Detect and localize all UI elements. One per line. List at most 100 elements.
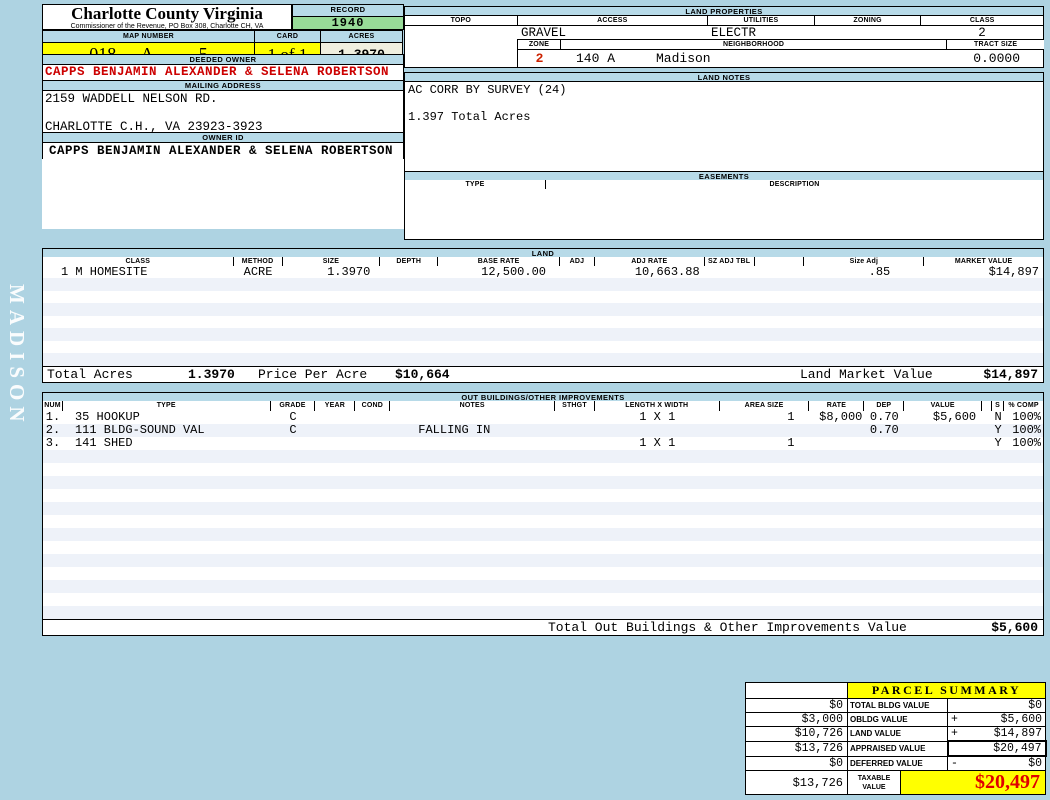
ob-sthgt (555, 437, 595, 450)
land-col-base-rate: BASE RATE (438, 257, 560, 266)
ob-lxw (595, 424, 720, 437)
operator: + (951, 713, 958, 726)
class-value: 2 (921, 26, 1043, 40)
ob-pct-comp: 100% (1004, 437, 1043, 450)
land-blank (755, 266, 805, 278)
ob-col-notes: NOTES (390, 401, 555, 411)
summary-row-land: $10,726 LAND VALUE +$14,897 (746, 727, 1046, 742)
county-header: Charlotte County Virginia Commissioner o… (42, 4, 292, 30)
ob-col-value: VALUE (904, 401, 982, 411)
ob-num: 3. (43, 437, 63, 450)
empty-row (42, 278, 1044, 292)
zone-headers: ZONE NEIGHBORHOOD TRACT SIZE (518, 40, 1044, 50)
empty-row (42, 291, 1044, 305)
land-table: LAND CLASS METHOD SIZE DEPTH BASE RATE A… (42, 248, 1044, 383)
land-class: 1 M HOMESITE (43, 266, 234, 278)
ob-rate (809, 437, 864, 450)
summary-value: $0 (1028, 757, 1042, 770)
ob-s: N (992, 411, 1004, 424)
ob-s: Y (992, 424, 1004, 437)
utilities-value: ELECTR (711, 26, 756, 40)
col-header-class: CLASS (921, 16, 1043, 25)
land-adj-rate: 10,663.88 (595, 266, 705, 278)
ob-year (315, 424, 355, 437)
ob-notes (390, 437, 555, 450)
land-properties-box: TOPO ACCESS UTILITIES ZONING CLASS GRAVE… (404, 15, 1044, 68)
empty-row (42, 554, 1044, 568)
land-col-adj: ADJ (560, 257, 595, 266)
neighborhood-code: 140 A (576, 50, 615, 67)
county-subtitle: Commissioner of the Revenue, PO Box 308,… (43, 23, 291, 30)
ob-value (904, 424, 982, 437)
total-acres-label: Total Acres (47, 367, 133, 383)
ob-grade (271, 437, 316, 450)
empty-row (42, 450, 1044, 464)
ob-pct-comp: 100% (1004, 411, 1043, 424)
summary-value: $5,600 (1001, 713, 1042, 726)
out-building-row: 1. 35 HOOKUP C 1 X 1 1 $8,000 0.70 $5,60… (42, 411, 1044, 425)
prior-value: $13,726 (746, 741, 848, 756)
ob-pct-comp: 100% (1004, 424, 1043, 437)
summary-row-appraised: $13,726 APPRAISED VALUE $20,497 (746, 741, 1046, 756)
out-buildings-total-label: Total Out Buildings & Other Improvements… (548, 620, 907, 636)
ob-col-type: TYPE (63, 401, 271, 411)
ob-lxw: 1 X 1 (595, 437, 720, 450)
land-adj (560, 266, 595, 278)
col-header-zoning: ZONING (815, 16, 922, 25)
ob-notes (390, 411, 555, 424)
ob-col-area-size: AREA SIZE (720, 401, 810, 411)
ob-sthgt (555, 424, 595, 437)
ob-s: Y (992, 437, 1004, 450)
empty-row (42, 341, 1044, 355)
taxable-prior-value: $13,726 (746, 771, 848, 795)
parcel-summary-header-row: PARCEL SUMMARY (746, 683, 1046, 699)
ob-dep (864, 437, 904, 450)
empty-row (42, 476, 1044, 490)
ob-area (720, 424, 810, 437)
ob-grade: C (271, 424, 316, 437)
zone-neighborhood-subtable: ZONE NEIGHBORHOOD TRACT SIZE 2 140 A Mad… (517, 39, 1044, 68)
land-col-class: CLASS (43, 257, 234, 266)
ob-col-blank (982, 401, 992, 411)
empty-row (42, 541, 1044, 555)
col-header-neighborhood: NEIGHBORHOOD (561, 40, 947, 49)
summary-label: TOTAL BLDG VALUE (848, 699, 948, 713)
land-notes-box: AC CORR BY SURVEY (24) 1.397 Total Acres (404, 81, 1044, 172)
empty-row (42, 502, 1044, 516)
empty-row (42, 606, 1044, 620)
ob-dep: 0.70 (864, 411, 904, 424)
summary-value: $14,897 (994, 727, 1042, 740)
neighborhood-name: Madison (656, 50, 711, 67)
ob-num: 1. (43, 411, 63, 424)
land-method: ACRE (234, 266, 283, 278)
land-col-size: SIZE (283, 257, 381, 266)
deeded-owner-value: CAPPS BENJAMIN ALEXANDER & SELENA ROBERT… (42, 64, 404, 81)
land-note-line-2: 1.397 Total Acres (408, 111, 1040, 124)
land-col-size-adj: Size Adj (804, 257, 924, 266)
land-base-rate: 12,500.00 (438, 266, 560, 278)
land-col-depth: DEPTH (380, 257, 438, 266)
summary-label: OBLDG VALUE (848, 713, 948, 727)
ob-value: $5,600 (904, 411, 982, 424)
summary-row-taxable: $13,726 TAXABLE VALUE $20,497 (746, 771, 1046, 795)
ob-lxw: 1 X 1 (595, 411, 720, 424)
col-header-tract-size: TRACT SIZE (947, 40, 1044, 49)
owner-section: DEEDED OWNER CAPPS BENJAMIN ALEXANDER & … (42, 54, 404, 229)
col-header-utilities: UTILITIES (708, 16, 815, 25)
empty-row (42, 567, 1044, 581)
tract-size-value: 0.0000 (973, 50, 1020, 67)
land-market-value: $14,897 (924, 266, 1043, 278)
land-col-sz-adj-tbl: SZ ADJ TBL (705, 257, 755, 266)
ob-notes: FALLING IN (390, 424, 555, 437)
ob-col-num: NUM (43, 401, 63, 411)
ob-col-cond: COND (355, 401, 390, 411)
land-col-market-value: MARKET VALUE (924, 257, 1043, 266)
summary-label: APPRAISED VALUE (848, 741, 948, 756)
neighborhood-watermark: MADISON (4, 284, 29, 428)
land-market-value-label: Land Market Value (800, 367, 933, 383)
land-properties-values: GRAVEL ELECTR 2 (405, 26, 1043, 40)
col-header-type: TYPE (405, 180, 546, 189)
zone-value: 2 (518, 50, 561, 67)
prior-value: $0 (746, 699, 848, 713)
easements-empty-box (404, 189, 1044, 240)
